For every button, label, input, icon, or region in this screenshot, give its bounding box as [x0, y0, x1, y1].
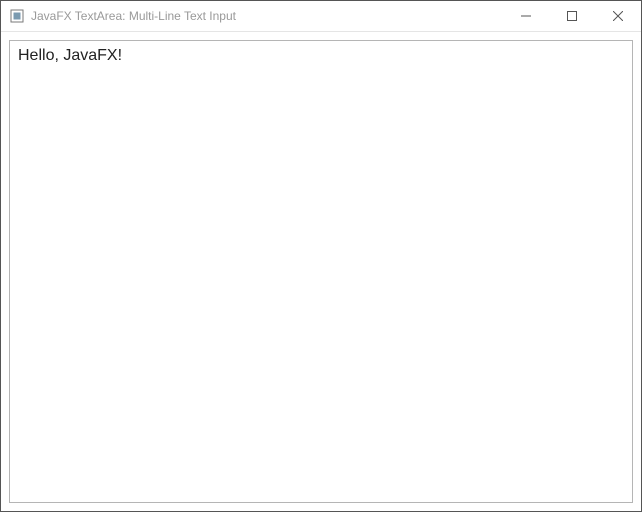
client-area [1, 32, 641, 511]
java-cup-icon [9, 8, 25, 24]
textarea-container [9, 40, 633, 503]
window-title: JavaFX TextArea: Multi-Line Text Input [31, 1, 503, 32]
window-controls [503, 1, 641, 31]
close-button[interactable] [595, 1, 641, 31]
multiline-text-input[interactable] [10, 41, 632, 502]
window-titlebar[interactable]: JavaFX TextArea: Multi-Line Text Input [1, 1, 641, 32]
minimize-button[interactable] [503, 1, 549, 31]
maximize-button[interactable] [549, 1, 595, 31]
